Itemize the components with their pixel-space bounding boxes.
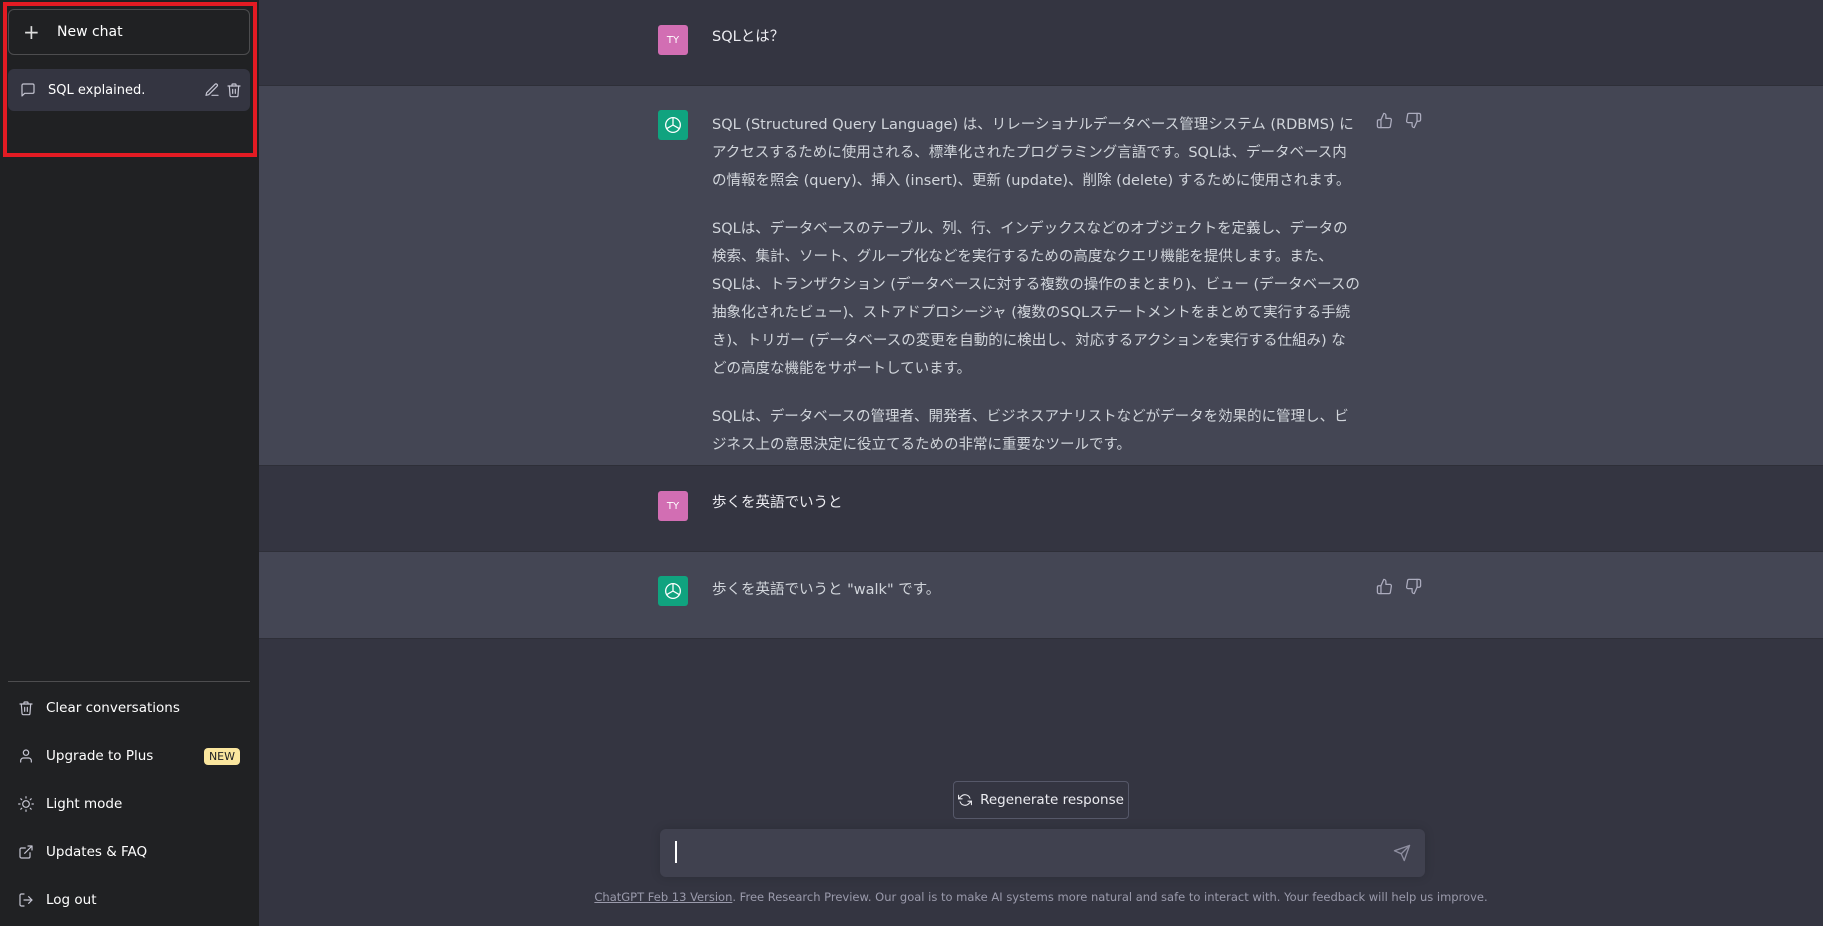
assistant-paragraph: 歩くを英語でいうと "walk" です。: [712, 582, 941, 598]
message-input-box: [660, 829, 1425, 877]
text-caret: [675, 841, 677, 863]
plus-icon: +: [23, 20, 40, 44]
message-input[interactable]: [674, 841, 1374, 865]
log-out-button[interactable]: Log out: [8, 876, 250, 924]
assistant-paragraph: SQLは、データベースのテーブル、列、行、インデックスなどのオブジェクトを定義し…: [712, 221, 1360, 377]
clear-conversations-button[interactable]: Clear conversations: [8, 684, 250, 732]
openai-logo-icon: [665, 583, 681, 599]
regenerate-label: Regenerate response: [980, 792, 1124, 808]
user-message-text: 歩くを英語でいうと: [712, 495, 843, 511]
assistant-avatar: [658, 576, 688, 606]
assistant-message-text: SQL (Structured Query Language) は、リレーショナ…: [712, 111, 1360, 479]
openai-logo-icon: [665, 117, 681, 133]
light-mode-button[interactable]: Light mode: [8, 780, 250, 828]
sidebar-divider: [8, 681, 250, 682]
user-message: TY 歩くを英語でいうと: [259, 466, 1823, 552]
external-link-icon: [18, 844, 34, 860]
sidebar-bottom-menu: Clear conversations Upgrade to Plus NEW …: [8, 684, 250, 924]
assistant-message: SQL (Structured Query Language) は、リレーショナ…: [259, 86, 1823, 466]
regenerate-response-button[interactable]: Regenerate response: [953, 781, 1129, 819]
assistant-message: 歩くを英語でいうと "walk" です。: [259, 552, 1823, 639]
sidebar: + New chat SQL explained. Clear conversa…: [0, 0, 259, 926]
user-message-text: SQLとは？: [712, 29, 785, 45]
assistant-message-text: 歩くを英語でいうと "walk" です。: [712, 576, 1360, 624]
assistant-avatar: [658, 110, 688, 140]
footer-text: . Free Research Preview. Our goal is to …: [732, 890, 1488, 904]
conversation-title: SQL explained.: [48, 82, 146, 98]
edit-icon[interactable]: [204, 82, 220, 98]
feedback-buttons: [1376, 578, 1422, 599]
assistant-paragraph: SQL (Structured Query Language) は、リレーショナ…: [712, 117, 1354, 189]
new-chat-label: New chat: [57, 24, 123, 40]
thumbs-up-icon[interactable]: [1376, 578, 1393, 599]
chat-bubble-icon: [20, 82, 36, 98]
user-avatar: TY: [658, 25, 688, 55]
send-button[interactable]: [1393, 844, 1411, 862]
delete-icon[interactable]: [226, 82, 242, 98]
user-message: TY SQLとは？: [259, 0, 1823, 86]
send-icon: [1393, 844, 1411, 862]
feedback-buttons: [1376, 112, 1422, 133]
menu-label: Upgrade to Plus: [46, 748, 154, 764]
upgrade-to-plus-button[interactable]: Upgrade to Plus NEW: [8, 732, 250, 780]
thumbs-down-icon[interactable]: [1405, 112, 1422, 133]
version-link[interactable]: ChatGPT Feb 13 Version: [594, 890, 732, 904]
conversation-item[interactable]: SQL explained.: [8, 69, 250, 111]
new-chat-button[interactable]: + New chat: [8, 9, 250, 55]
new-badge: NEW: [203, 747, 240, 765]
menu-label: Log out: [46, 892, 97, 908]
menu-label: Updates & FAQ: [46, 844, 148, 860]
footer-disclaimer: ChatGPT Feb 13 Version. Free Research Pr…: [259, 890, 1823, 904]
chat-main: TY SQLとは？ SQL (Structured Query Language…: [259, 0, 1823, 926]
trash-icon: [18, 700, 34, 716]
sun-icon: [18, 796, 34, 812]
menu-label: Clear conversations: [46, 700, 180, 716]
user-avatar: TY: [658, 491, 688, 521]
logout-icon: [18, 892, 34, 908]
assistant-paragraph: SQLは、データベースの管理者、開発者、ビジネスアナリストなどがデータを効果的に…: [712, 409, 1349, 453]
thumbs-up-icon[interactable]: [1376, 112, 1393, 133]
thumbs-down-icon[interactable]: [1405, 578, 1422, 599]
menu-label: Light mode: [46, 796, 123, 812]
refresh-icon: [958, 794, 973, 806]
updates-faq-link[interactable]: Updates & FAQ: [8, 828, 250, 876]
user-icon: [18, 748, 34, 764]
